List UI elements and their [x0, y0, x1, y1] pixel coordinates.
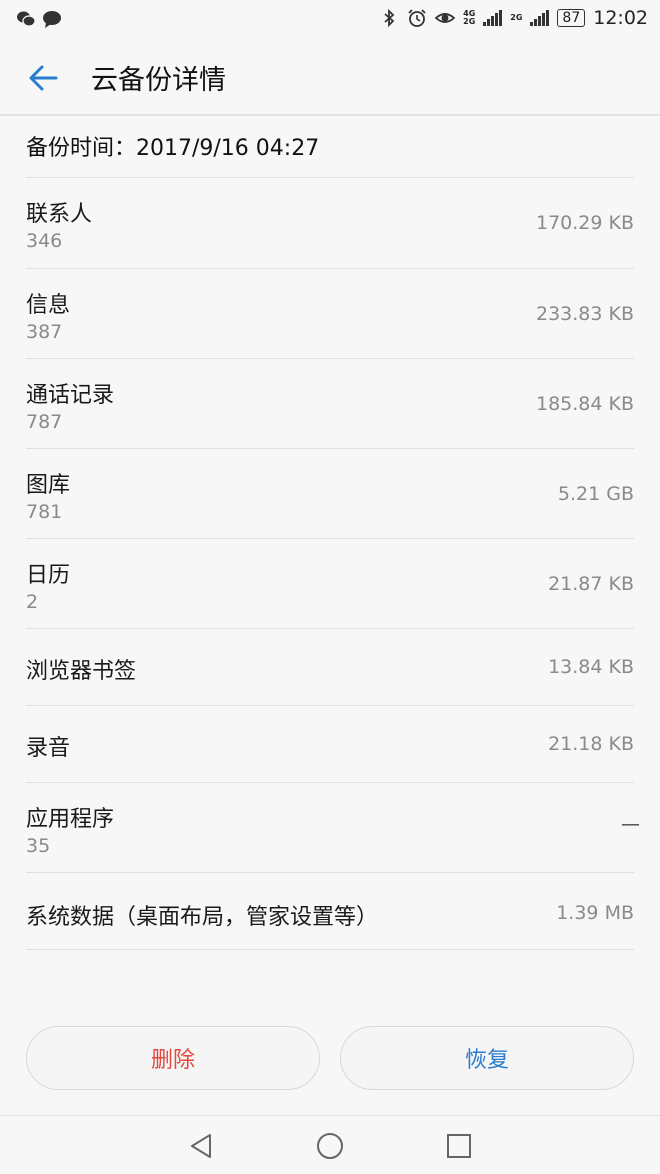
battery-icon: 87 [557, 9, 586, 27]
recents-square-icon[interactable] [444, 1131, 474, 1161]
item-size: 21.87 KB [548, 573, 634, 595]
list-item[interactable]: 应用程序 35 — [0, 783, 660, 873]
list-item[interactable]: 信息 387 233.83 KB [0, 269, 660, 359]
backup-time: 备份时间：2017/9/16 04:27 [26, 136, 320, 161]
page-title: 云备份详情 [91, 65, 226, 96]
list-item[interactable]: 图库 781 5.21 GB [0, 449, 660, 539]
item-size: 21.18 KB [548, 733, 634, 755]
item-size: 5.21 GB [557, 483, 634, 505]
item-label: 录音 [26, 736, 71, 761]
signal-icon [483, 10, 503, 26]
eye-icon [435, 13, 456, 23]
restore-button[interactable]: 恢复 [340, 1026, 634, 1090]
item-label: 通话记录 [26, 383, 115, 408]
item-label: 信息 [26, 293, 71, 318]
list-item[interactable]: 通话记录 787 185.84 KB [0, 359, 660, 449]
app-header: 云备份详情 [0, 38, 660, 116]
item-count: 787 [26, 411, 63, 433]
item-label: 浏览器书签 [26, 659, 137, 684]
item-label: 系统数据（桌面布局，管家设置等） [26, 905, 379, 930]
list-item[interactable]: 系统数据（桌面布局，管家设置等） 1.39 MB [0, 873, 660, 950]
delete-button[interactable]: 删除 [26, 1026, 320, 1090]
network-2g: 2G [463, 17, 476, 26]
back-triangle-icon[interactable] [186, 1131, 216, 1161]
divider [26, 949, 634, 950]
item-size: 13.84 KB [548, 656, 634, 678]
item-size: 233.83 KB [535, 303, 634, 325]
list-item[interactable]: 日历 2 21.87 KB [0, 539, 660, 629]
item-count: 2 [26, 591, 39, 613]
item-size: 170.29 KB [535, 212, 634, 234]
item-label: 应用程序 [26, 807, 115, 832]
item-size: — [621, 813, 640, 835]
signal-icon [530, 10, 550, 26]
item-count: 781 [26, 501, 63, 523]
list-item[interactable]: 录音 21.18 KB [0, 706, 660, 783]
network-type-1: 4G 2G [463, 10, 475, 26]
status-right: 4G 2G 2G 87 12:02 [379, 7, 648, 29]
item-label: 日历 [26, 563, 71, 588]
item-count: 387 [26, 321, 63, 343]
item-size: 185.84 KB [535, 393, 634, 415]
item-label: 图库 [26, 473, 71, 498]
navigation-bar [0, 1115, 660, 1174]
item-label: 联系人 [26, 202, 93, 227]
bluetooth-icon [384, 8, 395, 28]
item-count: 346 [26, 230, 63, 252]
item-count: 35 [26, 835, 51, 857]
list-item[interactable]: 浏览器书签 13.84 KB [0, 629, 660, 706]
list-item[interactable]: 联系人 346 170.29 KB [0, 178, 660, 268]
status-left [16, 9, 62, 29]
network-type-2: 2G [510, 13, 523, 22]
back-arrow-icon[interactable] [24, 58, 64, 98]
item-size: 1.39 MB [556, 902, 634, 924]
home-circle-icon[interactable] [315, 1131, 345, 1161]
status-time: 12:02 [593, 7, 648, 29]
status-bar: 4G 2G 2G 87 12:02 [0, 0, 660, 38]
chat-icon [43, 11, 61, 28]
wechat-icon [17, 11, 36, 27]
alarm-icon [408, 9, 426, 27]
